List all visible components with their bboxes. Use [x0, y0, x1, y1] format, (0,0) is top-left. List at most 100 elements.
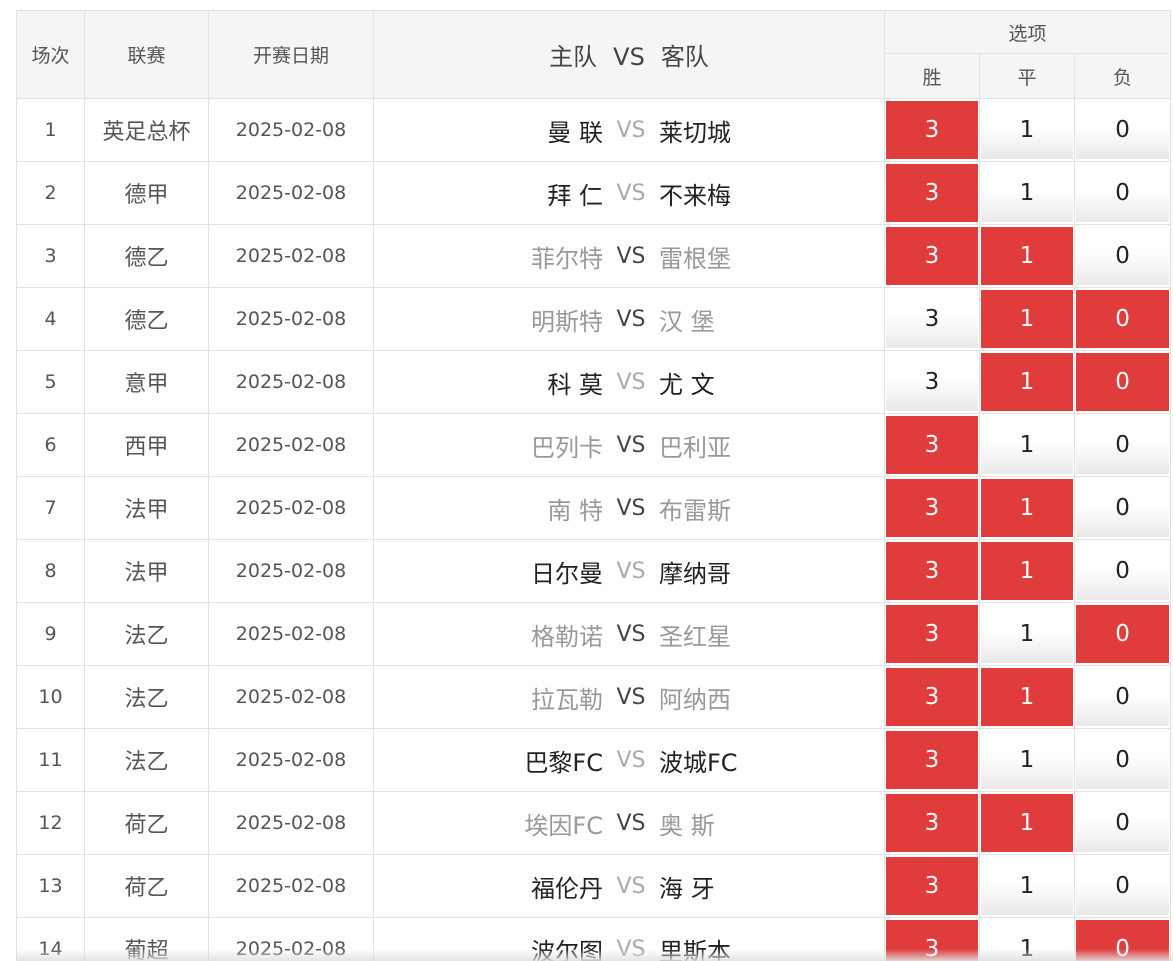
league-name: 英足总杯	[84, 98, 209, 162]
option-lose-cell: 0	[1073, 350, 1172, 414]
teams-wrap: 埃因FC VS 奥 斯	[375, 793, 884, 854]
option-win-button[interactable]: 3	[886, 920, 978, 961]
option-win-cell: 3	[884, 98, 980, 162]
option-lose-button[interactable]: 0	[1076, 731, 1170, 789]
teams-wrap: 巴列卡 VS 巴利亚	[375, 415, 884, 476]
match-date: 2025-02-08	[208, 413, 374, 477]
option-draw-button[interactable]: 1	[981, 290, 1073, 348]
option-win-button[interactable]: 3	[886, 164, 978, 222]
table-row: 13 荷乙 2025-02-08 福伦丹 VS 海 牙 310	[16, 854, 1172, 918]
table-row: 9 法乙 2025-02-08 格勒诺 VS 圣红星 3 1 0	[16, 602, 1172, 666]
home-team: 科 莫	[547, 370, 603, 399]
option-win-button[interactable]: 3	[886, 416, 978, 474]
option-draw-cell: 1	[979, 665, 1075, 729]
option-lose-button[interactable]: 0	[1076, 164, 1170, 222]
match-teams: 拉瓦勒 VS 阿纳西	[373, 665, 885, 729]
match-teams: 南 特 VS 布雷斯	[373, 476, 885, 540]
teams-wrap: 格勒诺 VS 圣红星	[375, 604, 884, 665]
match-date: 2025-02-08	[208, 539, 374, 603]
match-teams: 科 莫 VS 尤 文	[373, 350, 885, 414]
option-draw-button[interactable]: 1	[981, 416, 1073, 474]
option-win-cell: 3	[884, 476, 980, 540]
option-lose-button[interactable]: 0	[1076, 353, 1170, 411]
home-team: 埃因FC	[524, 811, 603, 840]
option-win-cell: 3	[884, 728, 980, 792]
option-draw-button[interactable]: 1	[981, 353, 1073, 411]
option-win-button[interactable]: 3	[886, 479, 978, 537]
match-number: 4	[16, 287, 85, 351]
option-lose-button[interactable]: 0	[1076, 227, 1170, 285]
vs-label: VS	[616, 810, 646, 836]
option-draw-button[interactable]: 1	[981, 668, 1073, 726]
header-draw: 平	[979, 53, 1075, 99]
option-lose-cell: 0	[1073, 791, 1172, 855]
option-win-button[interactable]: 3	[886, 857, 978, 915]
option-draw-button[interactable]: 1	[981, 227, 1073, 285]
option-lose-button[interactable]: 0	[1076, 605, 1170, 663]
option-lose-button[interactable]: 0	[1076, 101, 1170, 159]
option-win-cell: 3	[884, 539, 980, 603]
league-name: 法乙	[84, 728, 209, 792]
option-win-button[interactable]: 3	[886, 794, 978, 852]
teams-wrap: 明斯特 VS 汉 堡	[375, 289, 884, 350]
option-draw-button[interactable]: 1	[981, 794, 1073, 852]
vs-label: VS	[616, 243, 646, 269]
option-lose-button[interactable]: 0	[1076, 290, 1170, 348]
vs-label: VS	[616, 621, 646, 647]
match-number: 3	[16, 224, 85, 288]
option-lose-button[interactable]: 0	[1076, 479, 1170, 537]
option-win-cell: 3	[884, 791, 980, 855]
option-draw-button[interactable]: 1	[981, 164, 1073, 222]
option-draw-button[interactable]: 1	[981, 920, 1073, 961]
teams-wrap: 科 莫 VS 尤 文	[375, 352, 884, 413]
option-draw-cell: 1	[979, 287, 1075, 351]
option-draw-button[interactable]: 1	[981, 857, 1073, 915]
home-team: 福伦丹	[531, 874, 603, 903]
option-win-button[interactable]: 3	[886, 227, 978, 285]
option-lose-button[interactable]: 0	[1076, 794, 1170, 852]
match-date: 2025-02-08	[208, 98, 374, 162]
option-draw-cell: 1	[979, 728, 1075, 792]
home-team: 巴列卡	[531, 433, 603, 462]
option-draw-button[interactable]: 1	[981, 542, 1073, 600]
option-win-button[interactable]: 3	[886, 542, 978, 600]
option-lose-button[interactable]: 0	[1076, 857, 1170, 915]
match-teams: 巴黎FC VS 波城FC	[373, 728, 885, 792]
option-lose-cell: 0	[1073, 602, 1172, 666]
header-lose: 负	[1073, 53, 1172, 99]
league-name: 德甲	[84, 161, 209, 225]
option-win-cell: 3	[884, 350, 980, 414]
header-options: 选项	[883, 10, 1172, 54]
vs-label: VS	[616, 747, 646, 773]
option-win-button[interactable]: 3	[886, 605, 978, 663]
match-number: 5	[16, 350, 85, 414]
option-draw-cell: 1	[979, 224, 1075, 288]
option-draw-button[interactable]: 1	[981, 731, 1073, 789]
table-row: 4 德乙 2025-02-08 明斯特 VS 汉 堡 310	[16, 287, 1172, 351]
option-win-cell: 3	[884, 917, 980, 961]
option-lose-button[interactable]: 0	[1076, 542, 1170, 600]
match-teams: 菲尔特 VS 雷根堡	[373, 224, 885, 288]
table-row: 11 法乙 2025-02-08 巴黎FC VS 波城FC 3 1 0	[16, 728, 1172, 792]
option-win-button[interactable]: 3	[886, 290, 978, 348]
vs-label: VS	[616, 873, 646, 899]
match-number: 11	[16, 728, 85, 792]
option-lose-cell: 0	[1073, 224, 1172, 288]
league-name: 意甲	[84, 350, 209, 414]
home-team: 巴黎FC	[524, 748, 603, 777]
option-draw-button[interactable]: 1	[981, 101, 1073, 159]
option-win-button[interactable]: 3	[886, 101, 978, 159]
option-win-button[interactable]: 3	[886, 353, 978, 411]
option-lose-cell: 0	[1073, 287, 1172, 351]
option-lose-button[interactable]: 0	[1076, 668, 1170, 726]
home-team: 菲尔特	[531, 244, 603, 273]
option-win-button[interactable]: 3	[886, 731, 978, 789]
match-date: 2025-02-08	[208, 665, 374, 729]
option-lose-button[interactable]: 0	[1076, 920, 1170, 961]
option-draw-button[interactable]: 1	[981, 479, 1073, 537]
option-draw-button[interactable]: 1	[981, 605, 1073, 663]
option-lose-button[interactable]: 0	[1076, 416, 1170, 474]
match-number: 12	[16, 791, 85, 855]
option-win-button[interactable]: 3	[886, 668, 978, 726]
header-away: 客队	[660, 43, 709, 71]
